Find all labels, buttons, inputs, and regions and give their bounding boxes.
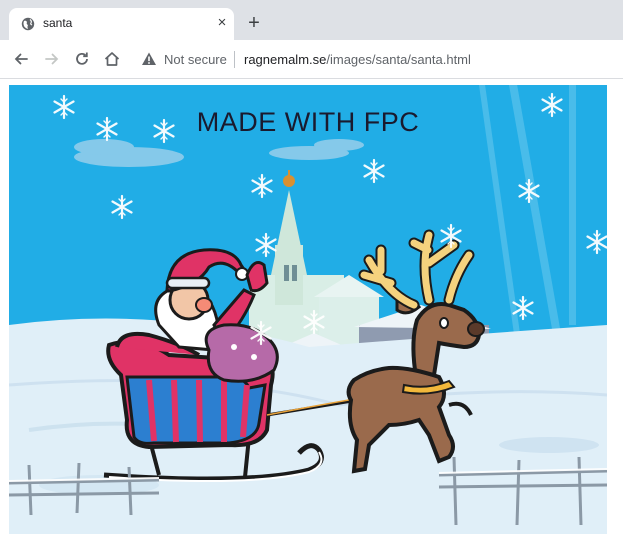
page-viewport: MADE WITH FPC — [0, 79, 623, 546]
page-headline: MADE WITH FPC — [196, 107, 420, 137]
url-domain: ragnemalm.se — [244, 52, 327, 67]
tab-title: santa — [43, 16, 73, 30]
tab-santa[interactable]: santa × — [9, 8, 234, 40]
tab-strip: santa × + — [0, 0, 623, 40]
url-path: /images/santa/santa.html — [326, 52, 471, 67]
address-bar[interactable]: ragnemalm.se/images/santa/santa.html — [244, 52, 471, 67]
back-arrow-icon[interactable] — [12, 50, 30, 68]
close-icon[interactable]: × — [213, 14, 231, 32]
reload-icon[interactable] — [73, 50, 91, 68]
warning-icon[interactable] — [141, 51, 157, 67]
santa-image: MADE WITH FPC — [9, 85, 607, 534]
new-tab-button[interactable]: + — [244, 13, 264, 34]
forward-arrow-icon[interactable] — [43, 50, 61, 68]
globe-icon — [21, 17, 35, 31]
santa-illustration — [9, 85, 607, 534]
home-icon[interactable] — [103, 50, 121, 68]
omnibox-separator — [234, 51, 235, 68]
security-label[interactable]: Not secure — [164, 52, 227, 67]
browser-toolbar: Not secure ragnemalm.se/images/santa/san… — [0, 40, 623, 79]
